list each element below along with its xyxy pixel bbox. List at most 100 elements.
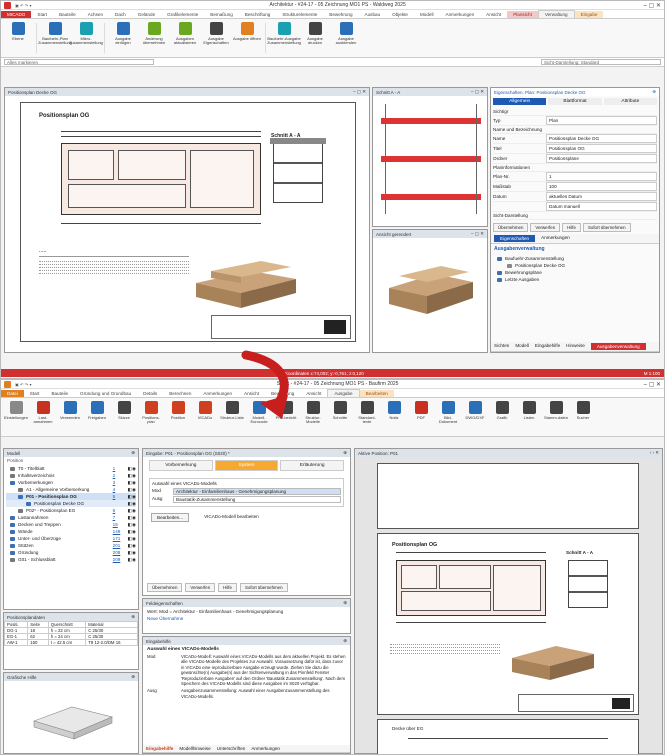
eingabe-button[interactable]: Sofort übernehmen [239,583,288,592]
property-value[interactable]: Plan [546,116,657,125]
ribbon-button[interactable]: Positions-plan [139,400,163,434]
visibility-icon[interactable]: ◧◉ [128,493,136,500]
ribbon-tab[interactable]: Bearbeiten [359,390,394,397]
quick-access-icon[interactable]: ▣ ↶ ↷ ▾ [15,382,32,387]
model-tree-item[interactable]: Vorbemerkungen 3 ◧◉ [6,479,136,486]
ribbon-tab[interactable]: Ansicht [480,11,507,18]
eingabe-button[interactable]: Hilfe [218,583,237,592]
visibility-icon[interactable]: ◧◉ [128,486,136,493]
ribbon-tab[interactable]: Start [31,11,53,18]
property-value[interactable]: Positionsplan OG [546,144,657,153]
model-tree-page[interactable]: 208 [113,549,125,556]
ribbon-button[interactable]: Ausgabe ausblenden [332,21,360,55]
properties-tab[interactable]: Blattformat [548,98,602,105]
model-tree-item[interactable]: Inhaltsverzeichnis 2 ◧◉ [6,472,136,479]
ribbon-button[interactable]: Änderung übernehmen [140,21,168,55]
bottom-tab[interactable]: Sichten [494,343,509,350]
ribbon-button[interactable]: Freigaben [85,400,109,434]
model-tree-page[interactable]: 6 [113,507,125,514]
ribbon-button[interactable]: Standard-texte [355,400,379,434]
ribbon-button[interactable]: Stamm-daten [544,400,568,434]
model-tree-page[interactable]: 2 [113,472,125,479]
properties-tab[interactable]: Attribute [603,98,657,105]
ribbon-button[interactable]: Ausgabe öffnen [233,21,261,55]
ribbon-button[interactable]: Ausgabe Eigenschaften [202,21,230,55]
ribbon-button[interactable]: Baufuehr-Ausgabe Zusammenstellung [267,21,301,55]
ribbon-tab[interactable]: Gelände [132,11,161,18]
ribbon-tab[interactable]: Start [24,390,46,397]
pane-controls[interactable]: ‹ › ✕ [650,450,659,456]
ribbon-tab[interactable]: Eingabe [574,11,604,18]
preview-pane[interactable]: Aktive Position: P01 ‹ › ✕ Positionsplan … [354,448,663,754]
ribbon-tab[interactable]: Ausgabe [327,389,360,397]
eingabe-value[interactable]: Architektur - Einfamilienhaus - Genehmig… [173,488,341,495]
property-value[interactable]: 100 [546,182,657,191]
ribbon-tab[interactable]: Achsen [82,11,109,18]
section-pane[interactable]: Schnitt A - A – ▢ ✕ [372,87,488,227]
properties-tab[interactable]: Allgemein [493,98,547,105]
bottom-tab[interactable]: Modell [515,343,529,350]
pane-controls[interactable]: – ▢ ✕ [353,89,366,95]
model-tree-page[interactable]: 171 [113,535,125,542]
visibility-icon[interactable]: ◧◉ [128,528,136,535]
model-tree-item[interactable]: Unter- und Überzüge 171 ◧◉ [6,535,136,542]
ribbon-tab[interactable]: Beschriftung [239,11,277,18]
hilfe-tab[interactable]: Eingabehilfe [146,746,173,751]
pane-controls[interactable]: – ▢ ✕ [471,231,484,237]
ausgabe-tree-item[interactable]: Letzte Ausgaben [493,276,657,283]
model-tree-item[interactable]: Wände 149 ◧◉ [6,528,136,535]
ribbon-tab[interactable]: Bemaßung [204,11,238,18]
model-tree-item[interactable]: Stützen 201 ◧◉ [6,542,136,549]
view-style-select[interactable]: Sicht-Darstellung: Standard [541,59,661,65]
model-tree-item[interactable]: Positionsplan Decke OG ◧◉ [6,500,136,507]
visibility-icon[interactable]: ◧◉ [128,521,136,528]
visibility-icon[interactable]: ◧◉ [128,500,136,507]
model-tree-page[interactable]: 149 [113,528,125,535]
model-tree-page[interactable]: 201 [113,542,125,549]
window-controls[interactable]: – ▢ ✕ [644,381,661,388]
ribbon-button[interactable]: Modell-Eurocode [247,400,271,434]
properties-subtab[interactable]: Eigenschaften [494,235,536,242]
ribbon-button[interactable]: Ausgabe drucken [301,21,329,55]
drawing-pane[interactable]: Positionsplan Decke OG – ▢ ✕ Positionspla… [4,87,370,353]
ribbon-button[interactable]: DWG/DXF [463,400,487,434]
selection-filter[interactable]: Alles markieren [4,59,154,65]
ribbon-tab[interactable]: Berechnen [163,390,197,397]
pin-icon[interactable]: ⊕ [343,450,347,456]
ausgabe-tree-item[interactable]: Bewehrungspläne [493,269,657,276]
ausgabe-tree-item[interactable]: Baufuehr-Zusammenstellung [493,255,657,262]
properties-subtab[interactable]: Anmerkungen [541,235,570,242]
ribbon-button[interactable]: Notiz [382,400,406,434]
eingabe-button[interactable]: Übernehmen [147,583,183,592]
ribbon-button[interactable]: PDF [409,400,433,434]
ribbon-button[interactable]: Ausgabe einfügen [109,21,137,55]
hilfe-tab[interactable]: Anmerkungen [251,746,280,751]
properties-button[interactable]: Verwerfen [530,223,561,232]
model-tree-page[interactable]: 5 [113,493,125,500]
visibility-icon[interactable]: ◧◉ [128,479,136,486]
ribbon-button[interactable]: Listen [517,400,541,434]
ribbon-tab[interactable]: Bewehrung [323,11,358,18]
ribbon-tab[interactable]: Anmerkungen [440,11,481,18]
hilfe-tab[interactable]: Modellhinweise [179,746,210,751]
window-controls[interactable]: – ▢ ✕ [644,2,661,9]
ribbon-tab[interactable]: Strukturelemente [276,11,323,18]
model-tree-item[interactable]: Gründung 208 ◧◉ [6,549,136,556]
pane-controls[interactable]: – ▢ ✕ [471,89,484,95]
pin-icon[interactable]: ⊕ [343,600,347,606]
ribbon-button[interactable]: Struktur-Modelle [301,400,325,434]
ribbon-button[interactable]: Ausgaben aktualisieren [171,21,199,55]
visibility-icon[interactable]: ◧◉ [128,556,136,563]
property-value[interactable]: Positionsplan Decke OG [546,134,657,143]
ribbon-button[interactable]: VICADo [193,400,217,434]
pin-icon[interactable]: ⊕ [343,638,347,644]
ribbon-tab[interactable]: Ansicht [300,390,327,397]
model-tree-item[interactable]: G01 - Schlussblatt 209 ◧◉ [6,556,136,563]
visibility-icon[interactable]: ◧◉ [128,465,136,472]
model-tree-page[interactable]: 209 [113,556,125,563]
property-value[interactable]: 1 [546,172,657,181]
vicado-edit-button[interactable]: VICADo-Modell bearbeiten [199,513,264,522]
pin-icon[interactable]: ⊕ [131,614,135,620]
bearbeiten-button[interactable]: Bearbeiten... [151,513,190,522]
property-value[interactable]: Positionspläne [546,154,657,163]
